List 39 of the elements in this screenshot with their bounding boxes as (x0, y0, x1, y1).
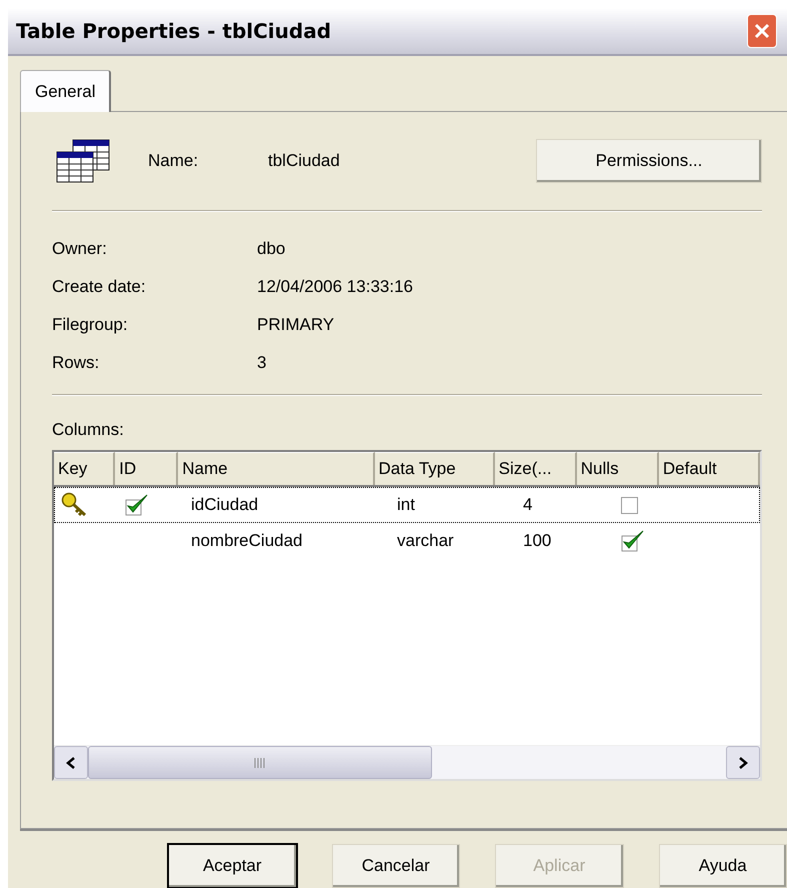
column-header[interactable]: Nulls (576, 452, 659, 485)
table-cell: nombreCiudad (191, 531, 303, 551)
property-value: dbo (257, 239, 286, 259)
column-header[interactable]: Key (54, 452, 116, 485)
scroll-left-button[interactable] (54, 746, 88, 779)
horizontal-scrollbar[interactable] (54, 745, 760, 779)
check-icon (125, 494, 149, 516)
scroll-right-button[interactable] (726, 746, 760, 779)
column-header[interactable]: Name (178, 452, 375, 485)
tab[interactable]: General (20, 70, 112, 112)
permissions-button[interactable]: Permissions... (536, 139, 762, 183)
column-header[interactable]: Size(... (494, 452, 577, 485)
property-label: Create date: (52, 277, 147, 297)
dialog-button[interactable]: Aceptar (168, 844, 296, 888)
property-value: 12/04/2006 13:33:16 (257, 277, 413, 297)
column-header[interactable]: ID (115, 452, 178, 485)
property-value: PRIMARY (257, 315, 334, 335)
column-header[interactable]: Default (658, 452, 760, 485)
dialog-button[interactable]: Cancelar (332, 844, 460, 888)
scroll-thumb[interactable] (88, 746, 432, 779)
columns-label: Columns: (52, 420, 125, 440)
checkbox[interactable] (621, 496, 638, 514)
property-label: Owner: (52, 239, 108, 259)
name-value: tblCiudad (268, 151, 340, 171)
property-value: 3 (257, 353, 266, 373)
name-label: Name: (148, 151, 200, 171)
property-label: Rows: (52, 353, 100, 373)
table-cell: idCiudad (191, 495, 258, 515)
table-cell: int (397, 495, 415, 515)
close-button[interactable] (747, 14, 777, 48)
close-icon (754, 23, 770, 39)
table-icon (56, 139, 112, 183)
property-label: Filegroup: (52, 315, 129, 335)
table-cell: varchar (397, 531, 454, 551)
table-cell: 4 (523, 495, 532, 515)
table-cell: 100 (523, 531, 552, 551)
dialog-button[interactable]: Ayuda (658, 844, 787, 888)
column-header[interactable]: Data Type (374, 452, 495, 485)
window-title: Table Properties - tblCiudad (16, 19, 332, 43)
